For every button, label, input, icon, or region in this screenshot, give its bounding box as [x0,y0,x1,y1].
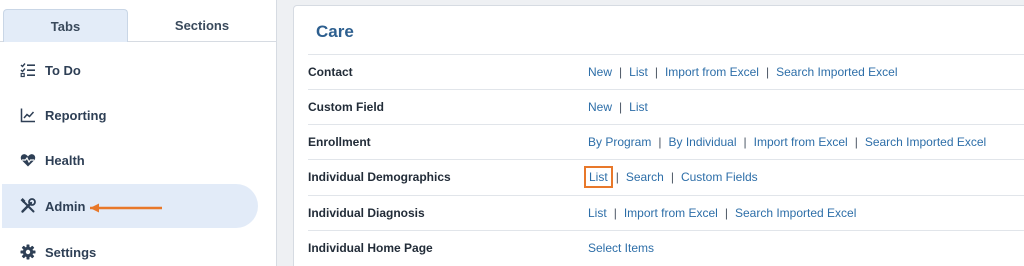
care-panel: Care Contact New | List | Import from Ex… [293,5,1024,266]
sidebar-item-settings[interactable]: Settings [2,230,258,266]
link-separator: | [765,65,770,79]
link-separator: | [619,100,623,114]
row-links: List | Import from Excel | Search Import… [588,206,856,220]
tab-tabs[interactable]: Tabs [3,9,128,42]
heart-pulse-icon [20,152,36,168]
link-search-imported-excel[interactable]: Search Imported Excel [735,206,856,220]
link-separator: | [619,65,623,79]
link-import-excel[interactable]: Import from Excel [624,206,718,220]
link-import-excel[interactable]: Import from Excel [665,65,759,79]
link-separator: | [743,135,747,149]
sidebar-divider [276,0,277,266]
sidebar-item-label: Reporting [45,107,107,123]
link-custom-fields[interactable]: Custom Fields [681,170,758,184]
link-separator: | [615,170,619,184]
link-separator: | [854,135,858,149]
row-links: By Program | By Individual | Import from… [588,135,986,149]
sidebar-item-label: Settings [45,244,97,260]
tab-sections[interactable]: Sections [132,9,272,42]
row-label: Enrollment [308,135,371,149]
table-row: Contact New | List | Import from Excel |… [308,54,1024,89]
link-import-excel[interactable]: Import from Excel [754,135,848,149]
table-row: Individual Diagnosis List | Import from … [308,195,1024,230]
annotation-arrow [90,203,162,213]
table-row: Individual Demographics List | Search | … [308,159,1024,194]
table-row: Custom Field New | List [308,89,1024,124]
link-separator: | [613,206,617,220]
link-separator: | [670,170,674,184]
sidebar: Tabs Sections To Do Reporting Health Adm… [0,0,276,266]
sidebar-item-label: Health [45,152,85,168]
link-list[interactable]: List [588,206,607,220]
gear-icon [20,244,36,260]
link-separator: | [654,65,658,79]
link-search[interactable]: Search [626,170,664,184]
row-label: Individual Demographics [308,170,451,184]
link-by-individual[interactable]: By Individual [668,135,736,149]
tools-icon [20,198,36,214]
table-row: Individual Home Page Select Items [308,230,1024,265]
sidebar-item-label: Admin [45,198,86,214]
sidebar-item-label: To Do [45,62,81,78]
link-new[interactable]: New [588,100,612,114]
row-label: Individual Home Page [308,241,433,255]
link-list[interactable]: List [629,100,648,114]
link-by-program[interactable]: By Program [588,135,651,149]
link-search-imported-excel[interactable]: Search Imported Excel [776,65,897,79]
table-row: Enrollment By Program | By Individual | … [308,124,1024,159]
row-links: New | List | Import from Excel | Search … [588,65,898,79]
sidebar-item-todo[interactable]: To Do [2,48,258,92]
link-new[interactable]: New [588,65,612,79]
link-list[interactable]: List [629,65,648,79]
page-title: Care [316,22,354,41]
checklist-icon [20,62,36,78]
row-label: Contact [308,65,353,79]
row-links: New | List [588,100,648,114]
chart-line-icon [20,107,36,123]
sidebar-item-health[interactable]: Health [2,138,258,182]
link-separator: | [724,206,728,220]
row-label: Custom Field [308,100,385,114]
link-select-items[interactable]: Select Items [588,241,654,255]
sidebar-item-reporting[interactable]: Reporting [2,93,258,137]
sidebar-tab-bar: Tabs Sections [0,0,276,42]
row-links: Select Items [588,241,654,255]
row-links: List | Search | Custom Fields [584,166,758,188]
row-label: Individual Diagnosis [308,206,425,220]
link-list-highlighted[interactable]: List [584,166,613,188]
link-separator: | [658,135,662,149]
link-search-imported-excel[interactable]: Search Imported Excel [865,135,986,149]
